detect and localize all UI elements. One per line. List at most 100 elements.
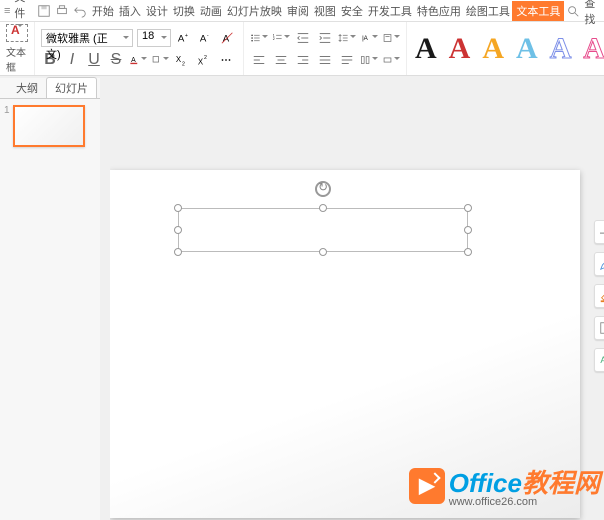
- svg-text:A: A: [178, 33, 185, 44]
- insert-textbox-button[interactable]: 文本框: [6, 24, 28, 74]
- tab-developer[interactable]: 开发工具: [365, 1, 414, 21]
- more-font-icon[interactable]: [217, 51, 235, 69]
- decrease-font-icon[interactable]: A-: [197, 29, 215, 47]
- resize-handle-br[interactable]: [464, 248, 472, 256]
- tab-outline[interactable]: 大纲: [8, 78, 46, 98]
- menubar: ≡ 文件 开始 插入 设计 切换 动画 幻灯片放映 审阅 视图 安全 开发工具 …: [0, 0, 604, 22]
- rotation-handle[interactable]: [315, 181, 331, 197]
- align-justify-button[interactable]: [316, 51, 334, 69]
- watermark-brand-1: Office: [449, 468, 522, 498]
- slide-thumbnail[interactable]: [13, 105, 85, 147]
- floating-toolbar: — A≡: [594, 220, 604, 372]
- increase-font-icon[interactable]: A+: [175, 29, 193, 47]
- text-direction-button[interactable]: |A: [360, 29, 378, 47]
- numbering-button[interactable]: 12: [272, 29, 290, 47]
- undo-icon[interactable]: [73, 3, 87, 19]
- wordart-gallery: A A A A A A: [407, 22, 604, 75]
- frame-tool-button[interactable]: [594, 316, 604, 340]
- tab-insert[interactable]: 插入: [116, 1, 143, 21]
- ribbon: 文本框 微软雅黑 (正文) 18 A+ A- A B I U S A X2 X2…: [0, 22, 604, 76]
- resize-handle-t[interactable]: [319, 204, 327, 212]
- menu-icon[interactable]: ≡: [4, 3, 10, 19]
- print-icon[interactable]: [55, 3, 69, 19]
- tab-slideshow[interactable]: 幻灯片放映: [224, 1, 284, 21]
- svg-text:-: -: [207, 33, 209, 39]
- svg-text:|A: |A: [362, 35, 369, 42]
- textbox-caption: 文本框: [6, 44, 28, 74]
- font-color-button[interactable]: A: [129, 51, 147, 69]
- svg-text:2: 2: [273, 37, 275, 41]
- tab-home[interactable]: 开始: [89, 1, 116, 21]
- slides-panel: 大纲 幻灯片 1: [0, 78, 100, 520]
- indent-dec-button[interactable]: [294, 29, 312, 47]
- align-left-button[interactable]: [250, 51, 268, 69]
- tab-texttools[interactable]: 文本工具: [512, 1, 564, 21]
- tab-drawingtools[interactable]: 绘图工具: [463, 1, 512, 21]
- wordart-style-1[interactable]: A: [415, 32, 437, 66]
- watermark-brand-2: 教程网: [522, 468, 600, 498]
- bullets-button[interactable]: [250, 29, 268, 47]
- resize-handle-b[interactable]: [319, 248, 327, 256]
- panel-tabs: 大纲 幻灯片: [0, 78, 100, 98]
- svg-text:+: +: [185, 33, 188, 39]
- wordart-style-5[interactable]: A: [550, 32, 572, 66]
- font-group: 微软雅黑 (正文) 18 A+ A- A B I U S A X2 X2: [35, 22, 244, 75]
- tab-review[interactable]: 审阅: [284, 1, 311, 21]
- watermark-badge-icon: ▶: [409, 468, 445, 504]
- resize-handle-bl[interactable]: [174, 248, 182, 256]
- svg-text:2: 2: [182, 61, 185, 67]
- font-size-combo[interactable]: 18: [137, 29, 171, 47]
- tab-view[interactable]: 视图: [311, 1, 338, 21]
- tab-special[interactable]: 特色应用: [414, 1, 463, 21]
- svg-text:X: X: [198, 57, 204, 66]
- tab-slides[interactable]: 幻灯片: [46, 77, 97, 98]
- indent-inc-button[interactable]: [316, 29, 334, 47]
- selected-textbox[interactable]: [178, 208, 468, 252]
- superscript-button[interactable]: X2: [195, 51, 213, 69]
- tab-security[interactable]: 安全: [338, 1, 365, 21]
- italic-button[interactable]: I: [63, 51, 81, 69]
- paragraph-group: 12 |A: [244, 22, 407, 75]
- thumbnail-list: 1: [0, 98, 100, 153]
- slide-thumb-1[interactable]: 1: [4, 105, 96, 147]
- tab-transition[interactable]: 切换: [170, 1, 197, 21]
- resize-handle-r[interactable]: [464, 226, 472, 234]
- resize-handle-l[interactable]: [174, 226, 182, 234]
- columns-button[interactable]: [360, 51, 378, 69]
- slide-number: 1: [4, 105, 10, 116]
- wordart-style-6[interactable]: A: [583, 32, 604, 66]
- watermark: ▶ Office教程网 www.office26.com: [409, 463, 600, 508]
- more-para-icon[interactable]: [382, 51, 400, 69]
- editor-canvas[interactable]: — A≡: [110, 98, 604, 520]
- distribute-button[interactable]: [338, 51, 356, 69]
- wordart-style-2[interactable]: A: [449, 32, 471, 66]
- align-center-button[interactable]: [272, 51, 290, 69]
- underline-button[interactable]: U: [85, 51, 103, 69]
- wordart-style-4[interactable]: A: [516, 32, 538, 66]
- subscript-button[interactable]: X2: [173, 51, 191, 69]
- textbox-group: 文本框: [0, 22, 35, 75]
- resize-handle-tr[interactable]: [464, 204, 472, 212]
- highlight-button[interactable]: [151, 51, 169, 69]
- resize-handle-tl[interactable]: [174, 204, 182, 212]
- wordart-style-3[interactable]: A: [482, 32, 504, 66]
- fill-tool-button[interactable]: [594, 284, 604, 308]
- svg-text:2: 2: [204, 55, 207, 61]
- align-text-button[interactable]: [382, 29, 400, 47]
- watermark-url: www.office26.com: [449, 496, 600, 508]
- search-icon[interactable]: [566, 3, 580, 19]
- strike-button[interactable]: S: [107, 51, 125, 69]
- svg-text:X: X: [176, 54, 182, 63]
- text-style-button[interactable]: A≡: [594, 348, 604, 372]
- tab-animation[interactable]: 动画: [197, 1, 224, 21]
- svg-text:A: A: [200, 33, 207, 44]
- align-right-button[interactable]: [294, 51, 312, 69]
- collapse-button[interactable]: —: [594, 220, 604, 244]
- line-spacing-button[interactable]: [338, 29, 356, 47]
- save-icon[interactable]: [37, 3, 51, 19]
- ribbon-tabs: 开始 插入 设计 切换 动画 幻灯片放映 审阅 视图 安全 开发工具 特色应用 …: [89, 1, 564, 21]
- font-name-combo[interactable]: 微软雅黑 (正文): [41, 29, 133, 47]
- clear-format-icon[interactable]: A: [219, 29, 237, 47]
- tab-design[interactable]: 设计: [143, 1, 170, 21]
- pen-tool-button[interactable]: [594, 252, 604, 276]
